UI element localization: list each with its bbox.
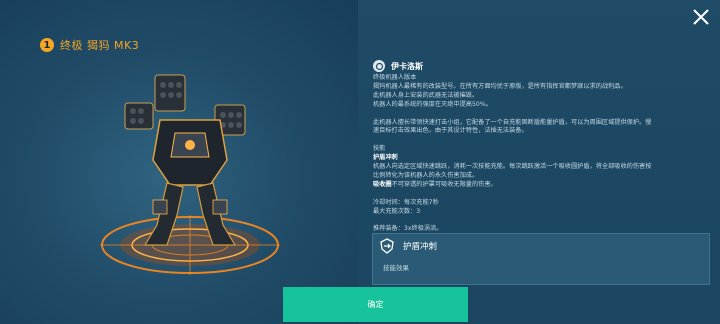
ability-subtitle: 技能效果 — [383, 264, 409, 272]
desc-line: 终极机器人版本 — [373, 74, 417, 81]
desc-line: 比例转化为该机器人的永久伤害加成。 — [373, 171, 479, 179]
pilot-icon — [373, 60, 385, 72]
robot-description: 终极机器人版本 猲犸机器人最稀有的改装型号。在所有方面均优于原版，是所有指挥官都… — [373, 74, 708, 234]
pilot-name: 伊卡洛斯 — [391, 61, 423, 71]
desc-line: 机器人的最系统的强度在灭绝中提高50%。 — [373, 100, 492, 108]
pilot-header: 伊卡洛斯 — [373, 60, 423, 72]
robot-illustration — [100, 74, 280, 275]
shield-dash-icon — [380, 238, 394, 254]
desc-line: 猲犸机器人最稀有的改装型号。在所有方面均优于原版，是所有指挥官都梦寐以求的战利品… — [373, 82, 627, 90]
desc-line: 速目标打击效果出色，由于其设计特性，法插无法装备。 — [373, 127, 528, 135]
ability-card[interactable]: 护盾冲刺 技能效果 — [372, 233, 710, 285]
desc-line: 吸收圈不可穿透的护罩可吸收无限量的伤害。 — [373, 181, 708, 190]
absorb-label: 吸收圈 — [373, 180, 392, 188]
robot-title-row: 1 终极 猲犸 MK3 — [40, 37, 139, 53]
rank-badge: 1 — [40, 38, 54, 52]
desc-line: 技能 — [373, 145, 386, 153]
absorb-text: 不可穿透的护罩可吸收无限量的伤害。 — [391, 180, 497, 188]
close-button[interactable] — [690, 6, 712, 28]
confirm-button[interactable]: 确定 — [283, 287, 468, 322]
close-icon — [693, 9, 709, 25]
desc-line: 机器人向选定区域快速跳跃，消耗一次技能充能。每次跳跃激活一个吸收圆护盾，将全部吸… — [373, 163, 652, 171]
robot-model[interactable] — [95, 65, 285, 285]
cooldown-stat: 冷却时间：每次充能7秒 — [373, 198, 439, 206]
ability-name: 护盾冲刺 — [403, 242, 438, 252]
desc-line: 此机器人身上安装的武器无法被摧毁。 — [373, 91, 479, 99]
max-charges-stat: 最大充能次数：3 — [373, 207, 421, 215]
robot-title: 终极 猲犸 MK3 — [60, 39, 140, 52]
desc-line: 护盾冲刺 — [373, 154, 708, 163]
shield-skill-label: 护盾冲刺 — [373, 154, 398, 162]
